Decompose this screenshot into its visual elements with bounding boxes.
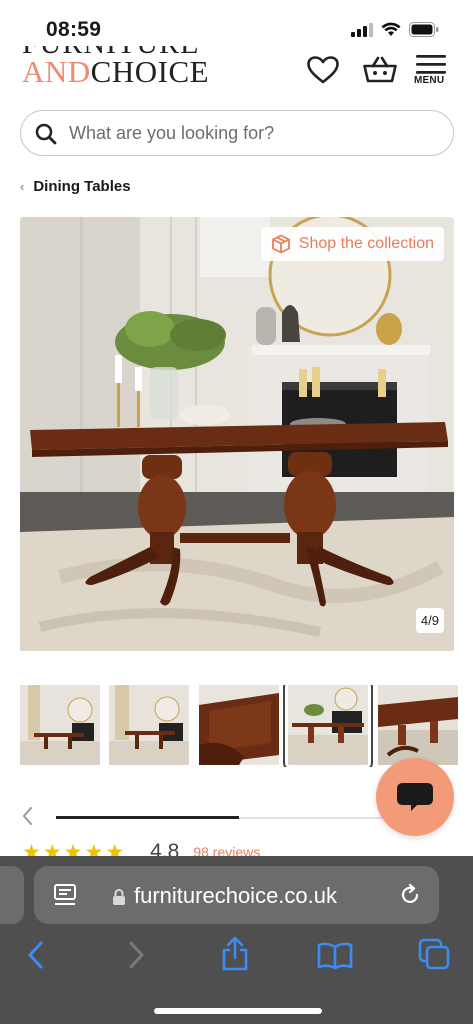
forward-arrow-icon[interactable] <box>128 940 146 970</box>
breadcrumb[interactable]: ‹ Dining Tables <box>20 178 131 195</box>
url-bar[interactable]: furniturechoice.co.uk <box>34 866 439 924</box>
thumbnail-3[interactable] <box>199 685 279 765</box>
thumbnail-image <box>20 685 100 765</box>
basket-icon[interactable] <box>362 55 398 85</box>
cellular-signal-icon <box>351 22 373 37</box>
tabs-icon[interactable] <box>418 938 450 970</box>
battery-icon <box>409 22 439 37</box>
lock-icon <box>113 889 125 905</box>
status-time: 08:59 <box>46 18 102 41</box>
product-image[interactable]: Shop the collection 4/9 <box>20 217 454 651</box>
reload-icon[interactable] <box>398 883 422 907</box>
shop-collection-label: Shop the collection <box>298 235 434 252</box>
menu-label[interactable]: MENU <box>414 75 444 86</box>
thumbnail-2[interactable] <box>109 685 189 765</box>
reader-mode-icon[interactable] <box>54 884 76 908</box>
carousel-prev-button[interactable] <box>20 805 42 831</box>
previous-tab-peek[interactable] <box>0 866 24 924</box>
chat-button[interactable] <box>376 758 454 836</box>
shop-collection-button[interactable]: Shop the collection <box>260 227 444 261</box>
back-arrow-icon[interactable] <box>26 940 44 970</box>
dining-table-photo <box>20 217 454 651</box>
status-icons <box>351 22 439 37</box>
thumbnail-strip[interactable] <box>20 685 473 767</box>
chevron-left-icon: ‹ <box>20 179 25 194</box>
thumbnail-image <box>109 685 189 765</box>
image-counter: 4/9 <box>415 608 444 633</box>
hamburger-menu-icon[interactable] <box>416 55 446 75</box>
site-header: FURNITURE ANDCHOICE MENU <box>0 46 473 102</box>
url-text[interactable]: furniturechoice.co.uk <box>134 883 337 909</box>
thumbnail-4[interactable] <box>283 685 373 767</box>
thumbnail-1[interactable] <box>20 685 100 765</box>
home-indicator <box>154 1008 322 1014</box>
breadcrumb-link[interactable]: Dining Tables <box>33 178 130 195</box>
chat-bubble-icon <box>397 783 433 811</box>
search-icon <box>35 123 57 145</box>
thumbnail-image <box>378 685 458 765</box>
thumbnail-image <box>288 685 368 765</box>
heart-icon[interactable] <box>306 55 340 85</box>
logo-and: AND <box>22 54 91 89</box>
thumbnail-5[interactable] <box>378 685 458 765</box>
box-icon <box>271 234 290 254</box>
chevron-left-icon <box>22 807 32 825</box>
book-icon[interactable] <box>317 942 353 970</box>
wifi-icon <box>381 22 401 36</box>
logo-wordmark: ANDCHOICE <box>22 56 209 87</box>
logo-choice: CHOICE <box>90 54 210 89</box>
search-box[interactable] <box>20 110 454 156</box>
search-input[interactable] <box>69 111 439 155</box>
site-logo[interactable]: FURNITURE ANDCHOICE <box>22 46 222 94</box>
thumbnail-image <box>199 685 279 765</box>
share-icon[interactable] <box>220 936 250 972</box>
carousel-scrollbar-thumb[interactable] <box>56 816 240 819</box>
